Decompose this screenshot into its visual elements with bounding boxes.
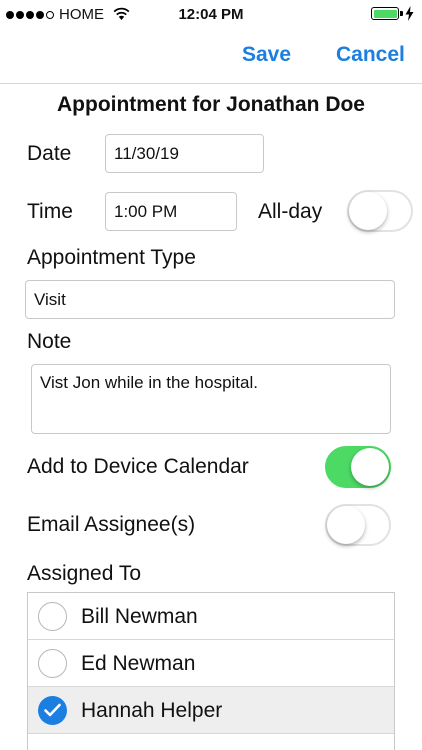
- checkmark-icon: [44, 703, 61, 717]
- date-label: Date: [27, 142, 72, 165]
- toggle-knob: [351, 448, 389, 486]
- time-field[interactable]: 1:00 PM: [105, 192, 237, 231]
- status-bar: HOME 12:04 PM: [0, 0, 422, 30]
- device-calendar-toggle[interactable]: [325, 446, 391, 488]
- toggle-knob: [327, 506, 365, 544]
- battery-icon: [371, 7, 403, 20]
- battery-level-fill: [373, 9, 397, 18]
- status-time: 12:04 PM: [178, 6, 244, 23]
- allday-toggle[interactable]: [347, 190, 413, 232]
- page-title: Appointment for Jonathan Doe: [57, 93, 365, 116]
- cancel-button[interactable]: Cancel: [336, 43, 405, 67]
- charging-bolt-icon: [405, 6, 414, 21]
- assignee-row[interactable]: Ed Newman: [28, 640, 394, 687]
- assigned-to-label: Assigned To: [27, 562, 142, 585]
- note-label: Note: [27, 330, 72, 353]
- email-assignees-toggle[interactable]: [325, 504, 391, 546]
- radio-circle-icon: [38, 649, 67, 678]
- appointment-type-field[interactable]: Visit: [25, 280, 395, 319]
- email-assignees-label: Email Assignee(s): [27, 513, 196, 536]
- assignee-name: Bill Newman: [81, 605, 198, 628]
- assignee-row[interactable]: Hannah Helper: [28, 687, 394, 734]
- save-button[interactable]: Save: [242, 43, 291, 67]
- assignee-name: Ed Newman: [81, 652, 196, 675]
- assignee-list: Bill Newman Ed Newman Hannah Helper: [27, 592, 395, 750]
- appointment-type-label: Appointment Type: [27, 246, 196, 269]
- toggle-knob: [349, 192, 387, 230]
- checkmark-circle-icon: [38, 696, 67, 725]
- radio-circle-icon: [38, 602, 67, 631]
- assignee-row[interactable]: Bill Newman: [28, 593, 394, 640]
- nav-divider: [0, 83, 422, 84]
- date-field[interactable]: 11/30/19: [105, 134, 264, 173]
- note-field[interactable]: Vist Jon while in the hospital.: [31, 364, 391, 434]
- assignee-name: Hannah Helper: [81, 699, 223, 722]
- allday-label: All-day: [258, 200, 323, 223]
- device-calendar-label: Add to Device Calendar: [27, 455, 249, 478]
- time-label: Time: [27, 200, 73, 223]
